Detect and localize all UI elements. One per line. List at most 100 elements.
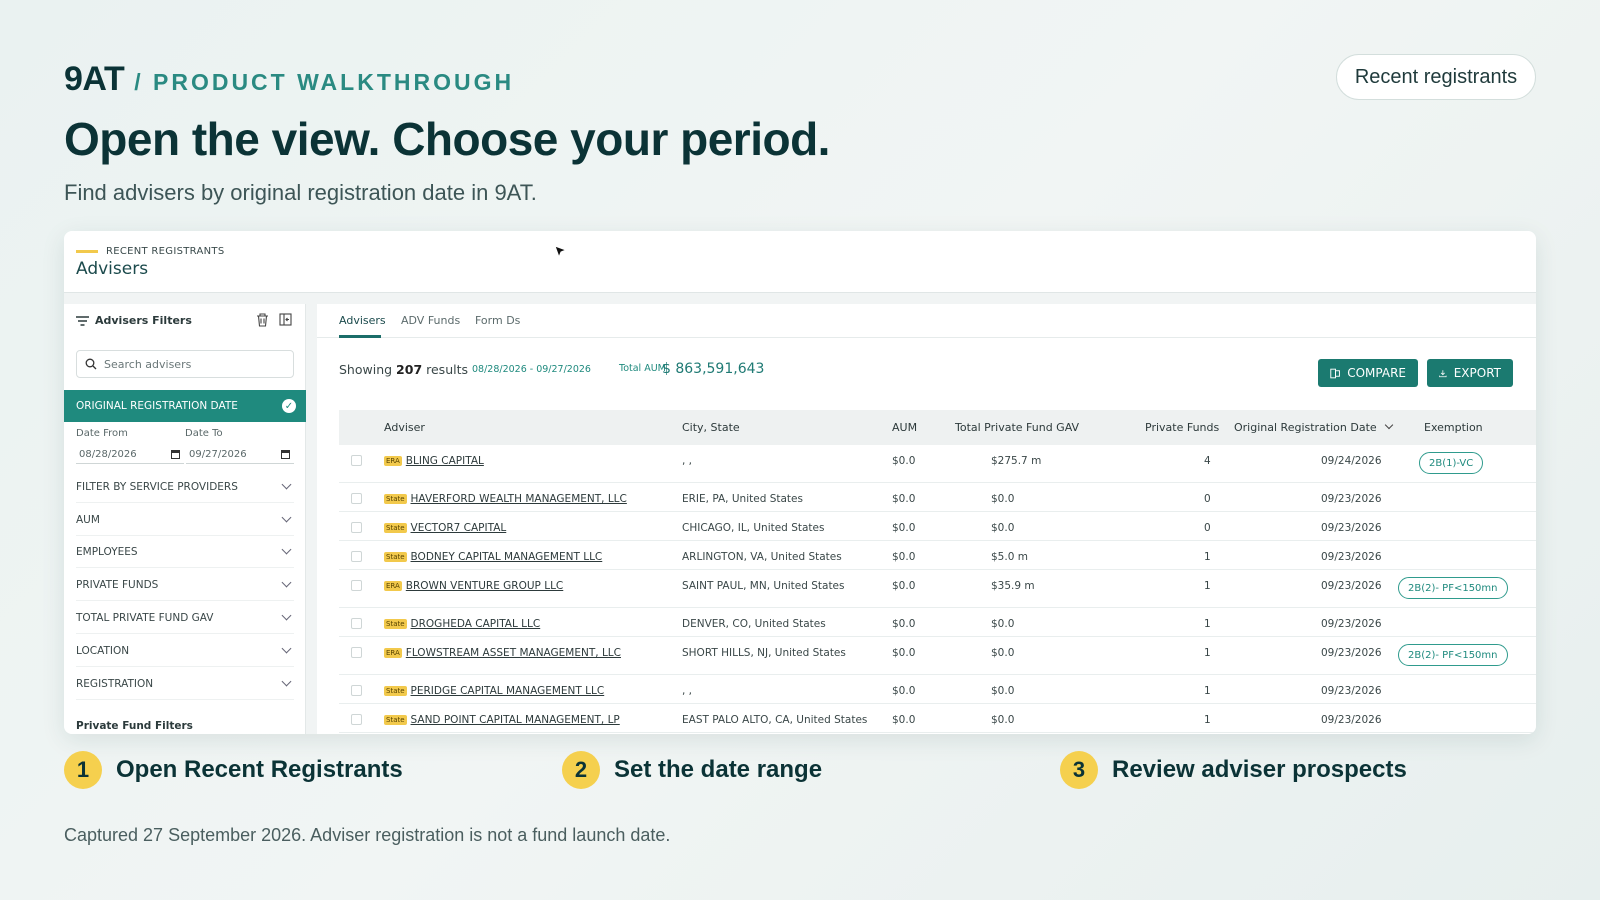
row-checkbox[interactable]: [351, 522, 362, 533]
download-icon: [1439, 369, 1447, 377]
step-1: 1 Open Recent Registrants: [64, 751, 403, 789]
private-funds-cell: 1: [1204, 618, 1211, 630]
showing-prefix: Showing: [339, 362, 393, 377]
adviser-link[interactable]: DROGHEDA CAPITAL LLC: [411, 618, 541, 630]
adviser-link[interactable]: SAND POINT CAPITAL MANAGEMENT, LP: [411, 714, 620, 726]
filters-title: Advisers Filters: [95, 314, 192, 327]
export-button[interactable]: EXPORT: [1427, 359, 1513, 387]
private-funds-cell: 1: [1204, 551, 1211, 563]
tab-adv-funds[interactable]: ADV Funds: [401, 314, 460, 327]
facet-employees[interactable]: EMPLOYEES: [76, 536, 294, 568]
facet-registration[interactable]: REGISTRATION: [76, 668, 294, 700]
table-row[interactable]: State BODNEY CAPITAL MANAGEMENT LLC ARLING…: [339, 541, 1536, 570]
city-cell: SAINT PAUL, MN, United States: [682, 580, 845, 592]
row-checkbox[interactable]: [351, 618, 362, 629]
date-from-label: Date From: [76, 428, 128, 439]
page-subtitle: Find advisers by original registration d…: [64, 180, 537, 205]
column-header-label: Original Registration Date: [1234, 421, 1377, 434]
registration-badge: State: [384, 686, 407, 696]
row-checkbox[interactable]: [351, 647, 362, 658]
table-row[interactable]: State SAND POINT CAPITAL MANAGEMENT, LP EA…: [339, 704, 1536, 733]
chevron-down-icon: [281, 544, 292, 555]
facet-label: TOTAL PRIVATE FUND GAV: [76, 611, 214, 624]
adviser-link[interactable]: HAVERFORD WEALTH MANAGEMENT, LLC: [411, 493, 627, 505]
table-row[interactable]: State HAVERFORD WEALTH MANAGEMENT, LLC ERI…: [339, 483, 1536, 512]
registration-date-cell: 09/23/2026: [1321, 580, 1382, 592]
adviser-link[interactable]: BLING CAPITAL: [406, 455, 484, 467]
step-label: Set the date range: [614, 756, 823, 783]
tab-advisers[interactable]: Advisers: [339, 314, 386, 327]
date-to-value: 09/27/2026: [189, 449, 247, 460]
column-header[interactable]: Total Private Fund GAV: [955, 421, 1079, 434]
exemption-tag: 2B(2)- PF<150mn: [1398, 577, 1508, 599]
facet-private-funds[interactable]: PRIVATE FUNDS: [76, 569, 294, 601]
adviser-link[interactable]: VECTOR7 CAPITAL: [411, 522, 507, 534]
aum-cell: $0.0: [892, 493, 916, 505]
row-checkbox[interactable]: [351, 493, 362, 504]
app-screenshot: RECENT REGISTRANTS Advisers Advisers Fil…: [64, 231, 1536, 734]
facet-total-private-fund-gav[interactable]: TOTAL PRIVATE FUND GAV: [76, 602, 294, 634]
column-header[interactable]: Adviser: [384, 421, 425, 434]
tab-bar: Advisers ADV Funds Form Ds: [317, 304, 1536, 338]
tab-form-ds[interactable]: Form Ds: [475, 314, 520, 327]
adviser-cell: ERA BROWN VENTURE GROUP LLC: [384, 580, 563, 592]
gav-cell: $0.0: [991, 714, 1015, 726]
facet-location[interactable]: LOCATION: [76, 635, 294, 667]
column-header[interactable]: Exemption: [1424, 421, 1483, 434]
registration-date-cell: 09/23/2026: [1321, 493, 1382, 505]
search-placeholder: Search advisers: [104, 357, 192, 371]
adviser-link[interactable]: BODNEY CAPITAL MANAGEMENT LLC: [411, 551, 603, 563]
calendar-icon[interactable]: [281, 450, 290, 459]
facet-aum[interactable]: AUM: [76, 504, 294, 536]
column-header[interactable]: AUM: [892, 421, 917, 434]
collapse-panel-icon[interactable]: [279, 313, 292, 326]
adviser-link[interactable]: PERIDGE CAPITAL MANAGEMENT LLC: [411, 685, 605, 697]
row-checkbox[interactable]: [351, 685, 362, 696]
registration-badge: State: [384, 619, 407, 629]
filters-panel: Advisers Filters Search advisers ORIGINA…: [64, 304, 306, 734]
column-header[interactable]: City, State: [682, 421, 740, 434]
table-header: Adviser City, State AUM Total Private Fu…: [339, 410, 1536, 445]
calendar-icon[interactable]: [171, 450, 180, 459]
registration-badge: ERA: [384, 581, 402, 591]
table-row[interactable]: State PERIDGE CAPITAL MANAGEMENT LLC , , $0…: [339, 675, 1536, 704]
facet-service-providers[interactable]: FILTER BY SERVICE PROVIDERS: [76, 471, 294, 503]
table-row[interactable]: ERA BLING CAPITAL , , $0.0 $275.7 m 4 09/24/20…: [339, 445, 1536, 483]
date-to-label: Date To: [185, 428, 223, 439]
adviser-cell: State BODNEY CAPITAL MANAGEMENT LLC: [384, 551, 602, 563]
aum-cell: $0.0: [892, 618, 916, 630]
row-checkbox[interactable]: [351, 551, 362, 562]
city-cell: , ,: [682, 685, 693, 697]
table-row[interactable]: State DROGHEDA CAPITAL LLC DENVER, CO, Uni…: [339, 608, 1536, 637]
facet-label: AUM: [76, 513, 100, 526]
registration-date-cell: 09/23/2026: [1321, 522, 1382, 534]
row-checkbox[interactable]: [351, 455, 362, 466]
facet-label: FILTER BY SERVICE PROVIDERS: [76, 480, 238, 493]
trash-icon[interactable]: [256, 313, 269, 327]
date-to-input[interactable]: 09/27/2026: [186, 446, 294, 464]
recent-registrants-button[interactable]: Recent registrants: [1336, 54, 1536, 100]
search-advisers-input[interactable]: Search advisers: [76, 350, 294, 378]
private-funds-cell: 0: [1204, 522, 1211, 534]
table-row[interactable]: State VECTOR7 CAPITAL CHICAGO, IL, United …: [339, 512, 1536, 541]
registration-date-cell: 09/23/2026: [1321, 647, 1382, 659]
filter-icon: [76, 315, 89, 326]
gav-cell: $5.0 m: [991, 551, 1028, 563]
date-from-input[interactable]: 08/28/2026: [76, 446, 184, 464]
column-header[interactable]: Private Funds: [1145, 421, 1219, 434]
table-row[interactable]: ERA FLOWSTREAM ASSET MANAGEMENT, LLC SHORT…: [339, 637, 1536, 675]
filter-original-registration-date[interactable]: ORIGINAL REGISTRATION DATE ✓: [64, 390, 306, 422]
registration-date-cell: 09/23/2026: [1321, 685, 1382, 697]
table-row[interactable]: ERA BROWN VENTURE GROUP LLC SAINT PAUL, MN…: [339, 570, 1536, 608]
adviser-link[interactable]: FLOWSTREAM ASSET MANAGEMENT, LLC: [406, 647, 621, 659]
row-checkbox[interactable]: [351, 714, 362, 725]
row-checkbox[interactable]: [351, 580, 362, 591]
gav-cell: $0.0: [991, 493, 1015, 505]
column-header-sorted[interactable]: Original Registration Date: [1234, 420, 1394, 434]
compare-button[interactable]: COMPARE: [1318, 359, 1418, 387]
chevron-down-icon: [281, 676, 292, 687]
city-cell: CHICAGO, IL, United States: [682, 522, 825, 534]
step-label: Open Recent Registrants: [116, 756, 403, 783]
registration-date-cell: 09/23/2026: [1321, 714, 1382, 726]
adviser-link[interactable]: BROWN VENTURE GROUP LLC: [406, 580, 563, 592]
